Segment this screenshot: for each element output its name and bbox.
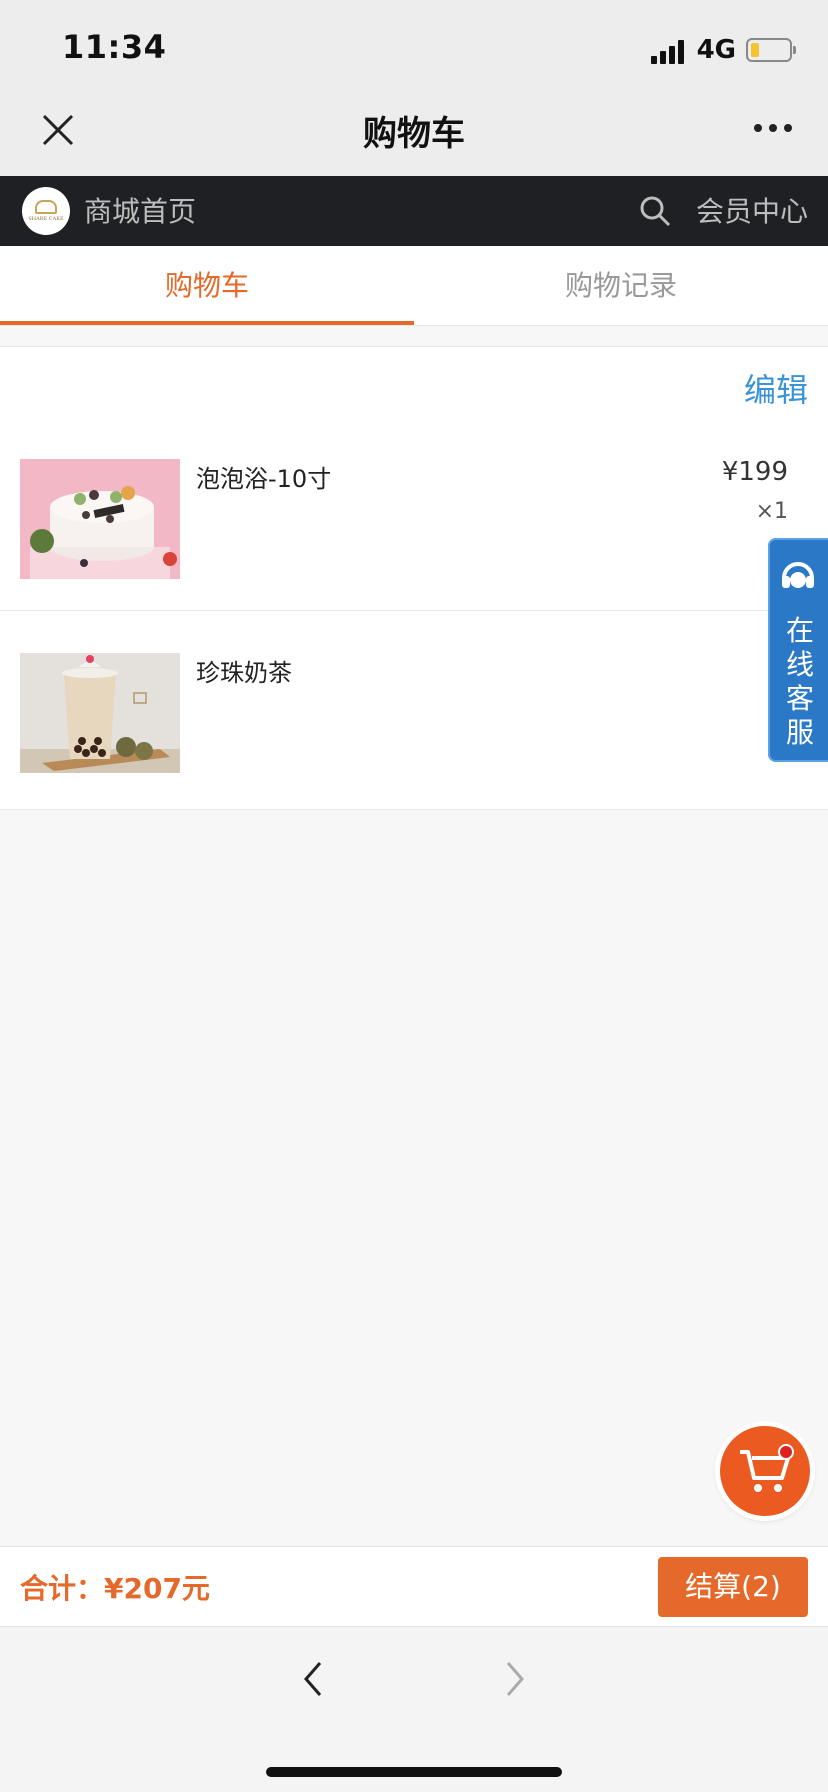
battery-icon	[746, 38, 796, 62]
cart-list: 编辑 泡泡浴-10寸 ¥199 ×1 珍珠奶茶	[0, 346, 828, 810]
home-indicator	[266, 1767, 562, 1777]
forward-arrow-icon[interactable]	[500, 1657, 530, 1705]
milk-tea-image	[20, 653, 180, 773]
page-title: 购物车	[363, 114, 465, 154]
signal-icon	[650, 36, 687, 64]
item-quantity: ×1	[755, 499, 788, 524]
member-center-link[interactable]: 会员中心	[696, 190, 808, 230]
nav-header: 购物车	[0, 88, 828, 176]
online-service-button[interactable]: 在线客服	[768, 538, 828, 762]
checkout-button[interactable]: 结算(2)	[658, 1557, 808, 1617]
store-bar: SHARE CAKE 商城首页 会员中心	[0, 176, 828, 246]
floating-cart-button[interactable]	[720, 1426, 810, 1516]
item-name: 珍珠奶茶	[196, 659, 292, 687]
cake-image	[20, 459, 180, 579]
status-time: 11:34	[62, 28, 167, 66]
back-arrow-icon[interactable]	[298, 1657, 328, 1705]
search-icon[interactable]	[638, 194, 672, 228]
item-price: ¥199	[721, 457, 788, 487]
tab-purchase-history[interactable]: 购物记录	[414, 246, 828, 325]
status-bar: 11:34 4G	[0, 0, 828, 88]
network-type: 4G	[696, 35, 736, 65]
tab-bar: 购物车 购物记录	[0, 246, 828, 326]
edit-button[interactable]: 编辑	[744, 365, 808, 411]
cart-badge-dot	[778, 1444, 794, 1460]
total-amount: 合计：¥207元	[20, 1572, 210, 1605]
checkout-bar: 合计：¥207元 结算(2)	[0, 1546, 828, 1626]
headset-icon	[778, 556, 818, 596]
more-icon[interactable]	[754, 124, 792, 132]
cart-item[interactable]: 泡泡浴-10寸 ¥199 ×1	[0, 417, 828, 611]
store-home-link[interactable]: 商城首页	[84, 190, 196, 230]
tab-cart[interactable]: 购物车	[0, 246, 414, 325]
status-indicators: 4G	[650, 30, 796, 70]
item-name: 泡泡浴-10寸	[196, 465, 332, 493]
service-label: 在线客服	[785, 614, 814, 749]
cart-item[interactable]: 珍珠奶茶 ¥ ×	[0, 611, 828, 805]
browser-nav-bar	[0, 1626, 828, 1792]
store-logo[interactable]: SHARE CAKE	[22, 187, 70, 235]
